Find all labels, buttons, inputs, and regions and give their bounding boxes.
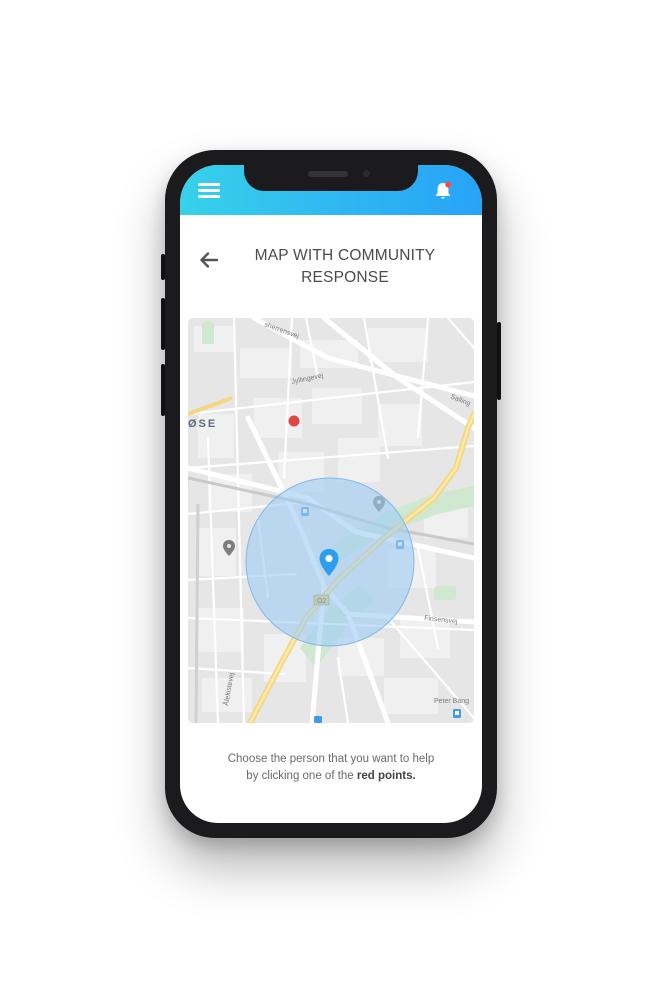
phone-frame: MAP WITH COMMUNITY RESPONSE sherrensvej … <box>161 150 501 838</box>
phone-silent-switch <box>161 254 165 280</box>
phone-volume-down <box>161 364 165 416</box>
red-point-person[interactable] <box>288 415 300 427</box>
street-label-peter-bang: Peter Bang <box>434 698 469 705</box>
instruction-suffix: . <box>412 770 416 782</box>
arrow-left-icon[interactable] <box>198 251 220 269</box>
bell-icon[interactable] <box>432 180 454 202</box>
page-title-line-1: MAP WITH COMMUNITY <box>254 247 436 264</box>
phone-screen: MAP WITH COMMUNITY RESPONSE sherrensvej … <box>180 165 482 823</box>
hamburger-menu-icon[interactable] <box>198 183 220 199</box>
phone-volume-up <box>161 298 165 350</box>
front-camera <box>361 168 372 179</box>
instruction-text: Choose the person that you want to help … <box>180 751 482 785</box>
page-title-line-2: RESPONSE <box>301 269 389 286</box>
page-title: MAP WITH COMMUNITY RESPONSE <box>230 245 460 289</box>
instruction-line-2: by clicking one of the red points. <box>180 768 482 785</box>
instruction-highlight: red points <box>356 770 413 782</box>
earpiece-speaker <box>308 171 348 177</box>
transit-marker <box>453 709 461 718</box>
community-map[interactable]: sherrensvej Jyllingevej Salling Finsensv… <box>188 318 474 723</box>
instruction-line-1: Choose the person that you want to help <box>227 753 435 765</box>
phone-power-button <box>497 322 501 400</box>
notification-dot <box>445 181 452 188</box>
phone-notch <box>244 165 418 191</box>
district-label: ØSE <box>188 418 217 430</box>
transit-marker <box>314 716 322 723</box>
instruction-prefix: by clicking one of the <box>246 770 357 782</box>
title-row: MAP WITH COMMUNITY RESPONSE <box>180 243 482 291</box>
